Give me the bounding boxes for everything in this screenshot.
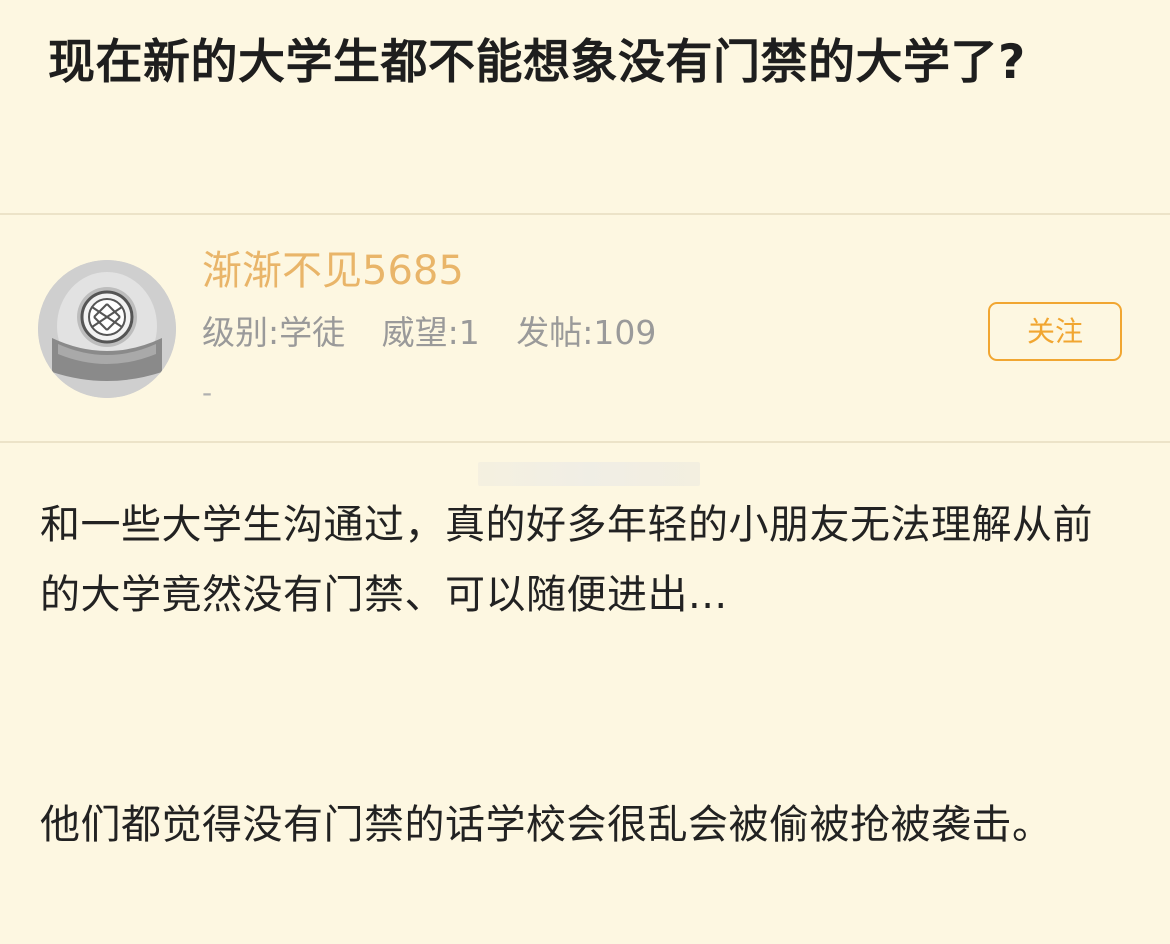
author-signature: - bbox=[202, 376, 213, 409]
author-name[interactable]: 渐渐不见5685 bbox=[202, 245, 464, 297]
post-paragraph-1: 和一些大学生沟通过，真的好多年轻的小朋友无法理解从前的大学竟然没有门禁、可以随便… bbox=[40, 502, 1093, 618]
author-divider bbox=[0, 441, 1170, 443]
author-level: 级别:学徒 bbox=[202, 313, 346, 352]
diving-helmet-icon bbox=[38, 260, 176, 398]
placeholder-bar bbox=[478, 462, 700, 486]
follow-button[interactable]: 关注 bbox=[988, 302, 1122, 361]
author-post-count: 发帖:109 bbox=[516, 313, 657, 352]
author-stats: 级别:学徒 威望:1 发帖:109 bbox=[202, 311, 682, 355]
title-section: 现在新的大学生都不能想象没有门禁的大学了? bbox=[0, 0, 1170, 213]
post-title: 现在新的大学生都不能想象没有门禁的大学了? bbox=[48, 35, 1026, 90]
author-card: 渐渐不见5685 级别:学徒 威望:1 发帖:109 - 关注 bbox=[0, 215, 1170, 441]
author-prestige: 威望:1 bbox=[381, 313, 480, 352]
avatar[interactable] bbox=[38, 260, 176, 398]
post-paragraph-2: 他们都觉得没有门禁的话学校会很乱会被偷被抢被袭击。 bbox=[40, 802, 1053, 848]
